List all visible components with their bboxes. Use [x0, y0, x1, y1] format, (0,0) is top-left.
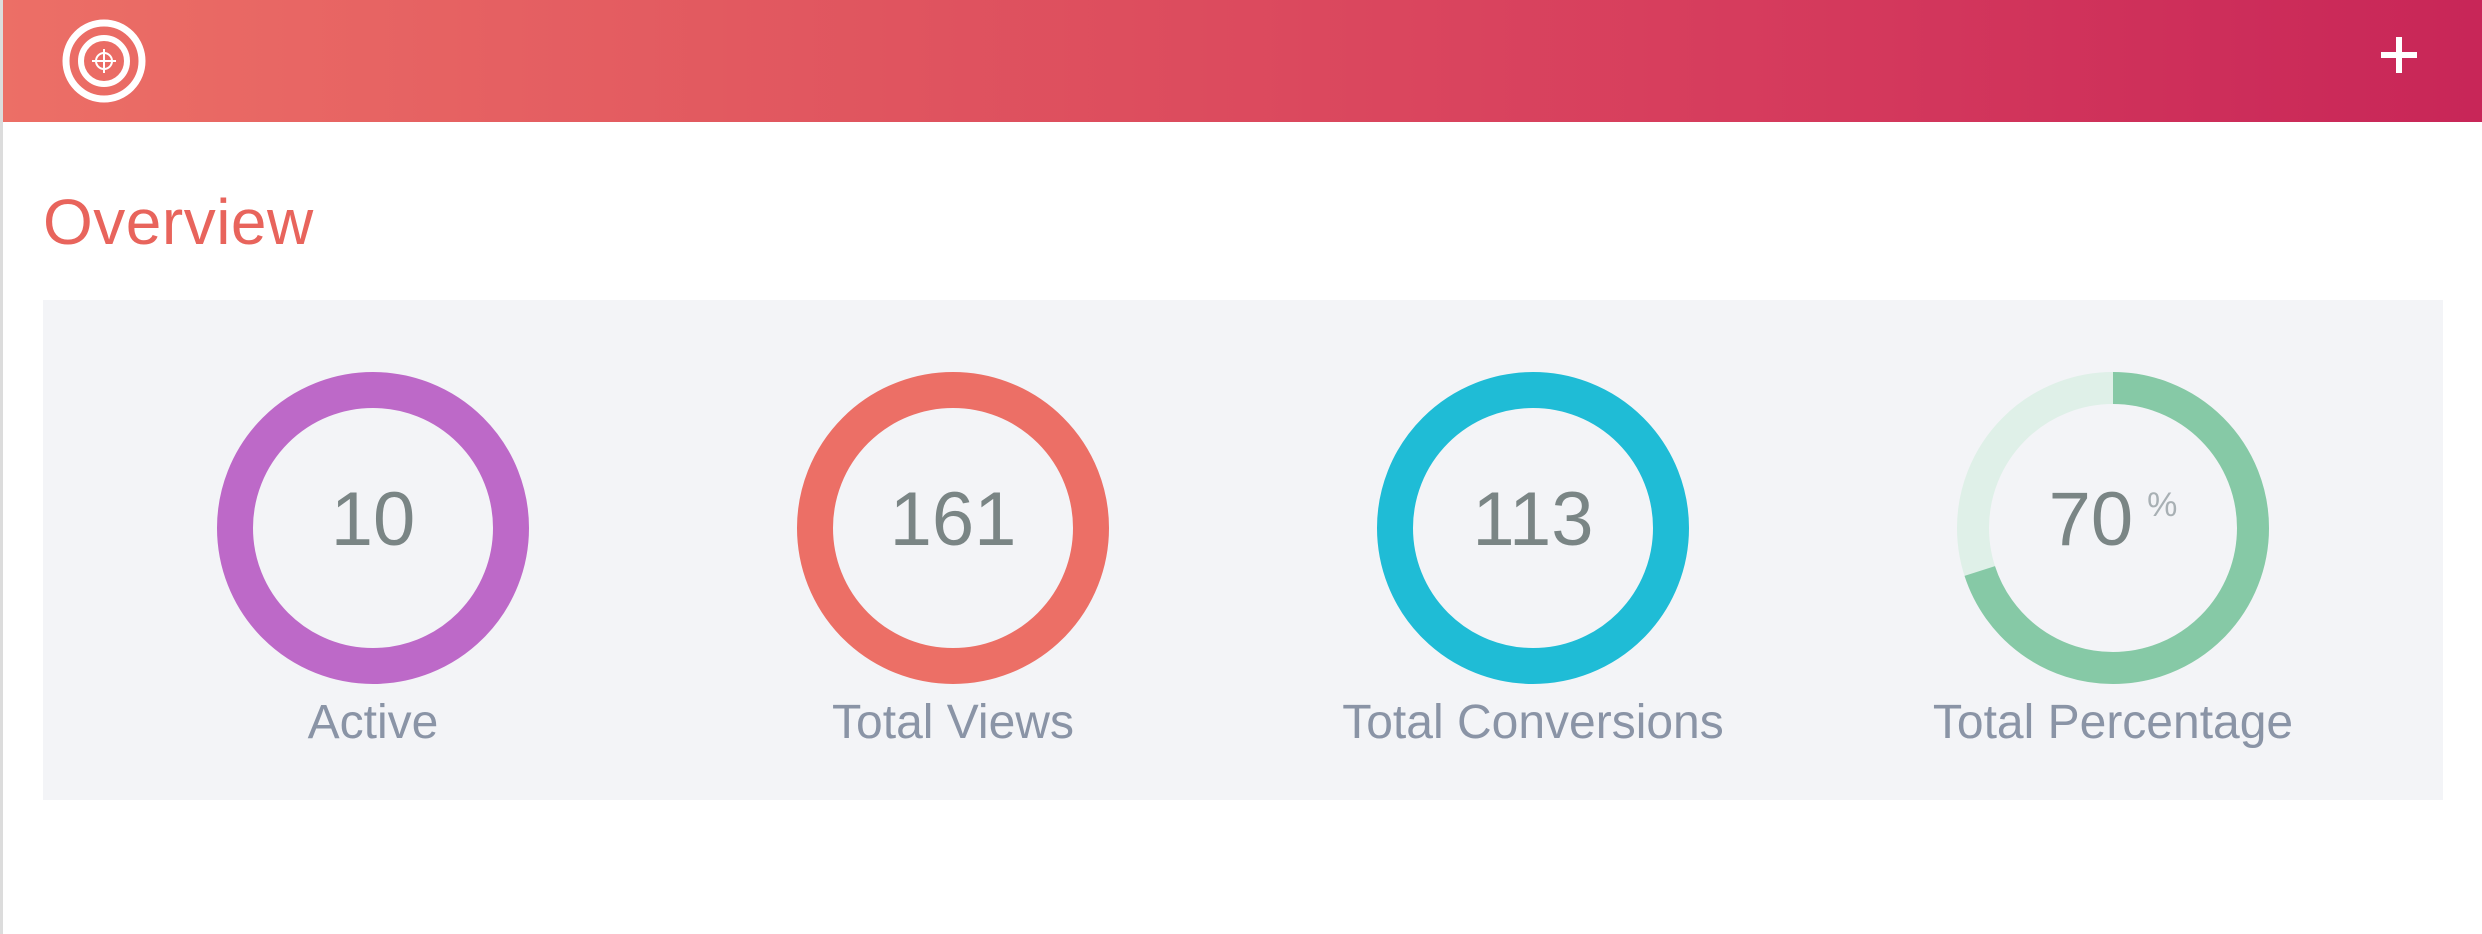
target-icon[interactable] — [61, 18, 147, 104]
add-button[interactable] — [2374, 30, 2424, 80]
stat-value: 161 — [889, 477, 1017, 562]
plus-icon — [2381, 37, 2417, 73]
app-frame: Overview 10 Active 161 Total Views 113 T… — [0, 0, 2482, 934]
page-title: Overview — [43, 186, 314, 258]
stat-active: 10 Active — [163, 370, 583, 770]
stat-total-percentage: 70% Total Percentage — [1903, 370, 2323, 770]
stat-total-views: 161 Total Views — [743, 370, 1163, 770]
stat-number: 70 — [2048, 477, 2134, 562]
stat-label: Total Percentage — [1932, 696, 2294, 749]
top-bar — [3, 0, 2482, 122]
stat-label: Total Views — [832, 696, 1074, 749]
stat-total-conversions: 113 Total Conversions — [1323, 370, 1743, 770]
stats-panel: 10 Active 161 Total Views 113 Total Conv… — [43, 300, 2443, 800]
stat-label: Active — [307, 696, 439, 749]
stat-unit: % — [2147, 486, 2178, 524]
stat-value: 10 — [330, 477, 416, 562]
stat-value: 70% — [1903, 482, 2323, 558]
stat-label: Total Conversions — [1342, 696, 1724, 749]
stat-value: 113 — [1472, 477, 1594, 562]
